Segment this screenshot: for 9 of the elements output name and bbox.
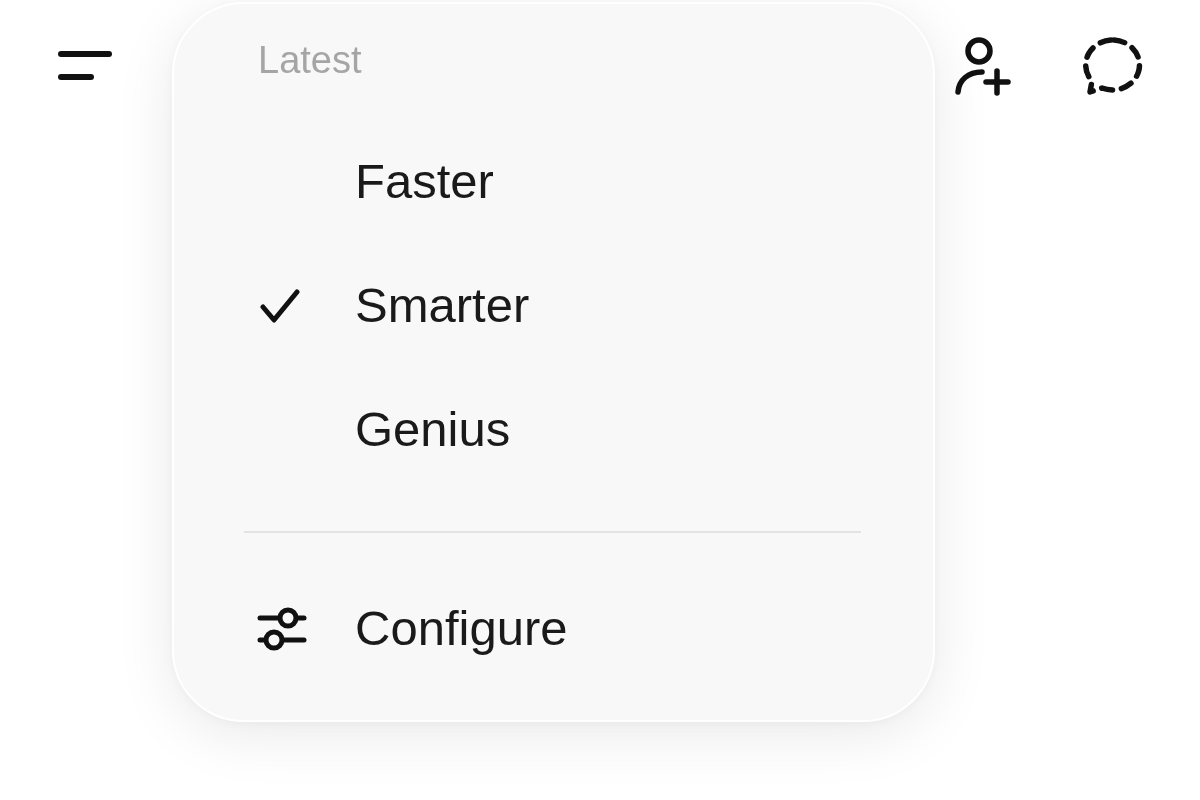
- menu-icon[interactable]: [58, 51, 112, 81]
- menu-item[interactable]: Smarter: [258, 276, 530, 335]
- add-person-icon[interactable]: [954, 36, 1012, 96]
- menu-item[interactable]: Faster: [258, 152, 494, 211]
- checkmark-icon: [260, 287, 300, 324]
- sliders-icon: [257, 606, 307, 651]
- configure-menu-item[interactable]: Configure: [258, 599, 568, 658]
- section-label: Latest: [258, 38, 362, 83]
- menu-item[interactable]: Genius: [258, 400, 511, 459]
